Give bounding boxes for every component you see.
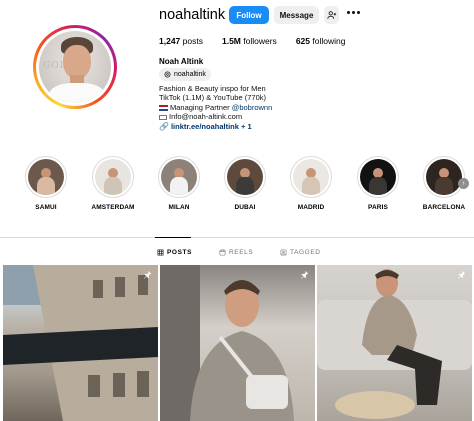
highlight-amsterdam[interactable]: AMSTERDAM <box>90 156 136 211</box>
highlight-figure-body <box>236 177 254 195</box>
bio-managing-partner: Managing Partner <box>170 102 232 112</box>
highlight-figure-body <box>302 177 320 195</box>
bio-line-4: Info@noah-altink.com <box>159 112 272 121</box>
follow-button[interactable]: Follow <box>229 6 269 24</box>
link-icon: 🔗 <box>159 121 169 131</box>
highlight-ring <box>92 156 134 198</box>
add-person-icon <box>326 11 336 19</box>
pin-icon <box>458 270 466 279</box>
bio-mention-link[interactable]: @bobrownn <box>232 103 273 112</box>
highlight-ring <box>290 156 332 198</box>
following-count: 625 <box>295 36 310 46</box>
bio-line-5: 🔗 linktr.ee/noahaltink + 1 <box>159 122 272 131</box>
bio-external-link[interactable]: linktr.ee/noahaltink <box>171 122 239 131</box>
message-button[interactable]: Message <box>274 6 319 24</box>
highlight-samui[interactable]: SAMUI <box>23 156 69 211</box>
reels-icon <box>219 249 226 256</box>
more-horizontal-icon[interactable] <box>347 11 360 15</box>
tagged-icon <box>280 249 287 256</box>
grid-icon <box>157 249 164 256</box>
post-2-image <box>160 265 294 421</box>
threads-badge[interactable]: noahaltink <box>159 68 211 81</box>
highlight-figure-body <box>170 177 188 195</box>
netherlands-flag-icon <box>159 104 168 111</box>
highlight-cover <box>426 159 462 195</box>
highlight-paris[interactable]: PARIS <box>355 156 401 211</box>
following-stat[interactable]: 625 following <box>296 36 346 46</box>
profile-full-name: Noah Altink <box>159 57 204 66</box>
highlight-figure-body <box>435 177 453 195</box>
tab-tagged-label: TAGGED <box>290 249 321 256</box>
posts-count: 1,247 <box>159 36 181 46</box>
highlight-label: MILAN <box>168 204 190 211</box>
highlight-dubai[interactable]: DUBAI <box>222 156 268 211</box>
bio-line-1: Fashion & Beauty inspo for Men <box>159 84 266 93</box>
bio-line-2: TikTok (1.1M) & YouTube (770k) <box>159 93 266 103</box>
highlight-cover <box>161 159 197 195</box>
profile-avatar[interactable]: GOLD <box>33 25 117 109</box>
highlight-figure-body <box>37 177 55 195</box>
highlight-milan[interactable]: MILAN <box>156 156 202 211</box>
username-text: noahaltink <box>159 7 226 23</box>
profile-bio: Fashion & Beauty inspo for Men TikTok (1… <box>159 84 272 131</box>
highlight-figure-body <box>104 177 122 195</box>
followers-count: 1.5M <box>221 36 241 46</box>
tabs-divider <box>0 237 474 238</box>
post-tile-1[interactable] <box>3 265 158 421</box>
posts-stat: 1,247 posts <box>159 36 203 46</box>
post-1-image <box>3 265 158 421</box>
highlight-label: SAMUI <box>35 204 57 211</box>
tab-posts[interactable]: POSTS <box>157 249 192 256</box>
highlight-ring <box>25 156 67 198</box>
post-3-loafer <box>335 391 415 419</box>
highlight-label: AMSTERDAM <box>91 204 135 211</box>
highlight-cover <box>293 159 329 195</box>
avatar-face <box>63 45 91 79</box>
highlight-cover <box>227 159 263 195</box>
suggested-accounts-button[interactable] <box>324 6 339 24</box>
highlight-ring <box>423 156 465 198</box>
bio-more-links[interactable]: + 1 <box>239 122 252 131</box>
highlights-next-chevron-icon[interactable]: › <box>458 178 469 189</box>
highlight-label: MADRID <box>297 204 325 211</box>
tab-posts-label: POSTS <box>167 249 193 256</box>
followers-stat[interactable]: 1.5M followers <box>222 36 277 46</box>
highlight-label: DUBAI <box>234 204 256 211</box>
following-label: following <box>312 36 346 46</box>
post-tile-2[interactable] <box>160 265 315 421</box>
highlight-cover <box>95 159 131 195</box>
tab-reels[interactable]: REELS <box>219 249 253 256</box>
tab-reels-label: REELS <box>229 249 254 256</box>
bio-email: Info@noah-altink.com <box>169 112 243 122</box>
avatar-photo: GOLD <box>39 31 111 103</box>
highlight-label: BARCELONA <box>422 204 466 211</box>
followers-label: followers <box>243 36 277 46</box>
avatar-shirt <box>49 83 105 103</box>
highlight-label: PARIS <box>368 204 388 211</box>
threads-handle: noahaltink <box>174 71 206 78</box>
active-tab-indicator <box>155 237 191 238</box>
highlight-cover <box>360 159 396 195</box>
post-tile-3[interactable] <box>317 265 472 421</box>
bio-line-3: Managing Partner @bobrownn <box>159 103 272 112</box>
highlight-ring <box>357 156 399 198</box>
highlight-cover <box>28 159 64 195</box>
mail-icon <box>159 114 167 120</box>
tab-tagged[interactable]: TAGGED <box>280 249 321 256</box>
highlight-ring <box>224 156 266 198</box>
highlight-madrid[interactable]: MADRID <box>288 156 334 211</box>
profile-stats: 1,247 posts 1.5M followers 625 following <box>159 36 364 46</box>
post-3-image <box>317 269 472 419</box>
pin-icon <box>144 270 152 279</box>
avatar-border: GOLD <box>36 28 114 106</box>
highlight-figure-body <box>369 177 387 195</box>
posts-label: posts <box>182 36 203 46</box>
post-2-bag <box>246 375 288 409</box>
threads-icon <box>164 71 171 78</box>
pin-icon <box>301 270 309 279</box>
highlight-ring <box>158 156 200 198</box>
